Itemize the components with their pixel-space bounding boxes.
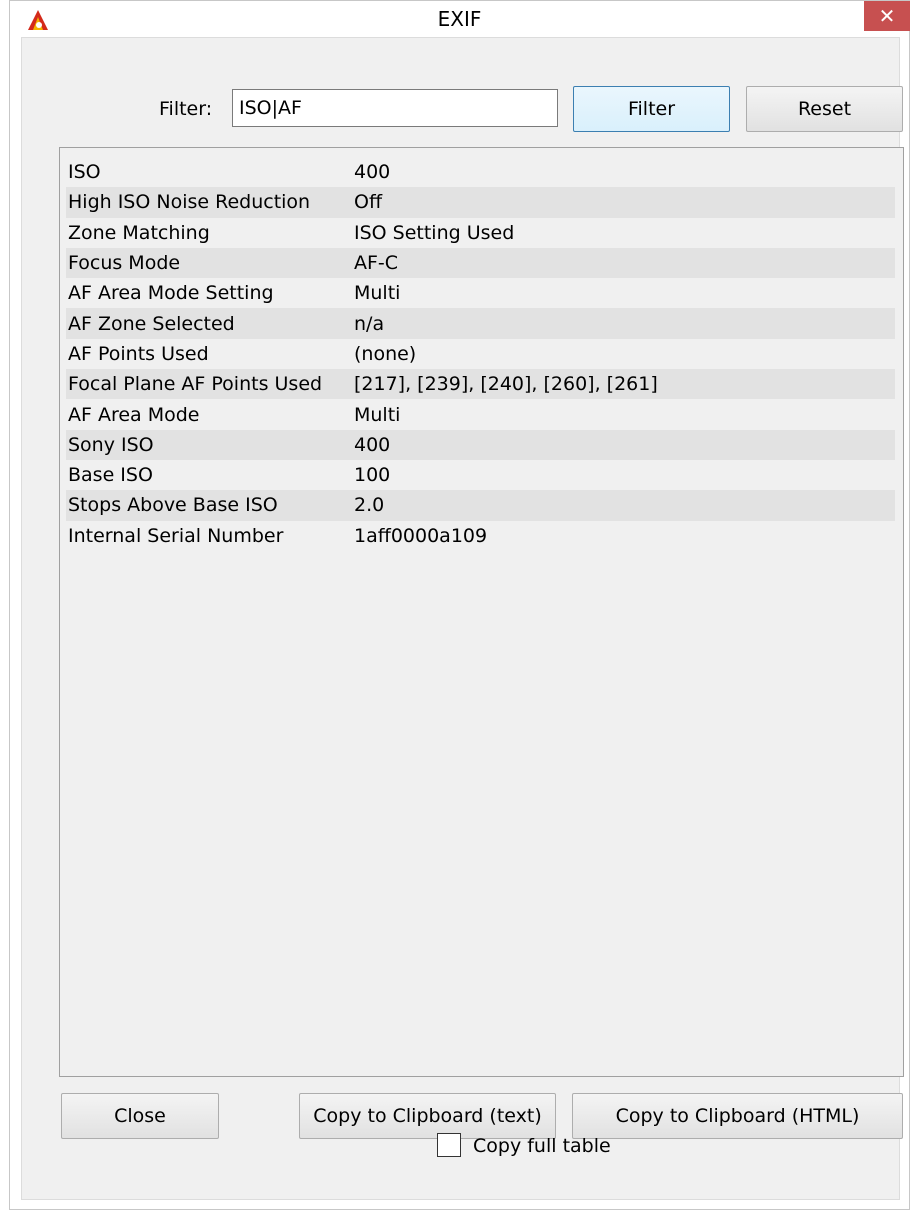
exif-tag-value: 1aff0000a109 (354, 524, 488, 547)
exif-tag-value: 400 (354, 161, 391, 184)
exif-tag-name: ISO (68, 161, 101, 184)
exif-tag-name: Sony ISO (68, 433, 154, 456)
exif-tag-value: ISO Setting Used (354, 221, 515, 244)
exif-tag-name: AF Points Used (68, 342, 209, 365)
filter-label: Filter: (159, 98, 213, 120)
exif-tag-value: AF-C (354, 252, 399, 275)
reset-button[interactable]: Reset (746, 86, 903, 132)
table-row[interactable]: High ISO Noise Reduction Off (66, 187, 895, 218)
table-row[interactable]: Internal Serial Number 1aff0000a109 (66, 521, 895, 551)
exif-tag-name: Stops Above Base ISO (68, 494, 278, 517)
exif-tag-value: Off (354, 191, 383, 214)
table-row[interactable]: Stops Above Base ISO 2.0 (66, 490, 895, 521)
exif-tag-name: AF Area Mode (68, 403, 200, 426)
exif-tag-name: Focal Plane AF Points Used (68, 373, 323, 396)
exif-tag-name: AF Zone Selected (68, 312, 235, 335)
copy-html-button[interactable]: Copy to Clipboard (HTML) (572, 1093, 903, 1139)
exif-tag-value: 100 (354, 464, 391, 487)
exif-tag-name: AF Area Mode Setting (68, 282, 274, 305)
copy-full-table-checkbox[interactable] (437, 1133, 461, 1157)
table-row[interactable]: AF Points Used (none) (66, 339, 895, 369)
exif-tag-name: High ISO Noise Reduction (68, 191, 311, 214)
exif-tag-value: Multi (354, 282, 401, 305)
exif-tag-value: (none) (354, 342, 417, 365)
table-row[interactable]: Base ISO 100 (66, 460, 895, 490)
exif-tag-name: Focus Mode (68, 252, 181, 275)
exif-table[interactable]: ISO 400 High ISO Noise Reduction Off Zone Ma… (59, 147, 904, 1077)
exif-window: EXIF ✕ Filter: Filter Reset ISO 400 High I… (9, 0, 910, 1210)
title-bar: EXIF ✕ (10, 1, 910, 37)
table-row[interactable]: Sony ISO 400 (66, 429, 895, 460)
table-row[interactable]: AF Zone Selected n/a (66, 308, 895, 339)
exif-tag-name: Internal Serial Number (68, 524, 284, 547)
window-title: EXIF (437, 7, 482, 31)
exif-tag-value: n/a (354, 312, 385, 335)
copy-text-button[interactable]: Copy to Clipboard (text) (299, 1093, 556, 1139)
table-row[interactable]: Focal Plane AF Points Used [217], [239], … (66, 369, 895, 400)
exif-tag-value: [217], [239], [240], [260], [261] (354, 373, 658, 396)
window-close-icon[interactable]: ✕ (864, 1, 910, 31)
exif-tag-name: Base ISO (68, 464, 153, 487)
close-button[interactable]: Close (61, 1093, 219, 1139)
dialog-body: Filter: Filter Reset ISO 400 High ISO Nois… (21, 37, 904, 1200)
filter-input[interactable] (232, 89, 558, 127)
table-row[interactable]: AF Area Mode Multi (66, 399, 895, 429)
exif-tag-value: Multi (354, 403, 401, 426)
table-row[interactable]: ISO 400 (66, 157, 895, 187)
copy-full-table-label: Copy full table (473, 1135, 611, 1157)
exif-tag-name: Zone Matching (68, 221, 210, 244)
table-row[interactable]: Focus Mode AF-C (66, 247, 895, 279)
exif-tag-value: 400 (354, 433, 391, 456)
exif-tag-value: 2.0 (354, 494, 385, 517)
table-row[interactable]: AF Area Mode Setting Multi (66, 278, 895, 308)
table-row[interactable]: Zone Matching ISO Setting Used (66, 218, 895, 248)
filter-button[interactable]: Filter (573, 86, 730, 132)
